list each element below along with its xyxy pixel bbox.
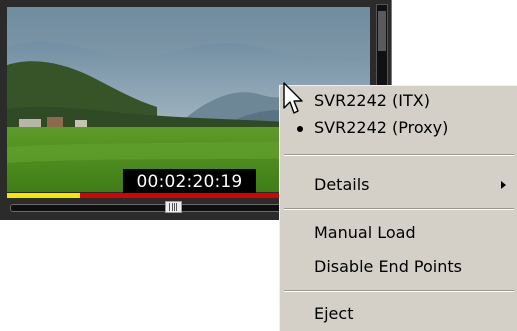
context-menu: SVR2242 (ITX) SVR2242 (Proxy) Details Ma…: [279, 85, 517, 331]
menu-separator: [284, 208, 514, 210]
menu-item-svr2242-proxy[interactable]: SVR2242 (Proxy): [280, 115, 517, 141]
menu-item-details[interactable]: Details: [280, 172, 517, 198]
menu-item-svr2242-itx[interactable]: SVR2242 (ITX): [280, 88, 517, 114]
grip-line: [173, 203, 175, 211]
menu-item-eject[interactable]: Eject: [280, 301, 517, 327]
grip-line: [171, 203, 173, 211]
grip-line: [176, 203, 178, 211]
menu-item-label: Eject: [314, 304, 354, 323]
screen: 00:02:20:19 SVR2242 (ITX) SVR2242 (Proxy…: [0, 0, 517, 331]
menu-item-label: Manual Load: [314, 223, 416, 242]
menu-item-manual-load[interactable]: Manual Load: [280, 220, 517, 246]
menu-separator: [284, 154, 514, 156]
menu-item-label: SVR2242 (Proxy): [314, 118, 449, 137]
menu-separator: [284, 290, 514, 292]
menu-item-label: SVR2242 (ITX): [314, 91, 430, 110]
scrollbar-thumb[interactable]: [378, 11, 386, 51]
timecode-display: 00:02:20:19: [123, 169, 256, 196]
scrub-handle[interactable]: [164, 201, 182, 213]
grip-line: [169, 203, 171, 211]
progress-played: [7, 193, 80, 198]
bullet-icon: [297, 126, 303, 132]
submenu-arrow-icon: [501, 181, 506, 189]
menu-item-disable-end-points[interactable]: Disable End Points: [280, 254, 517, 280]
menu-item-label: Details: [314, 175, 370, 194]
menu-item-label: Disable End Points: [314, 257, 462, 276]
